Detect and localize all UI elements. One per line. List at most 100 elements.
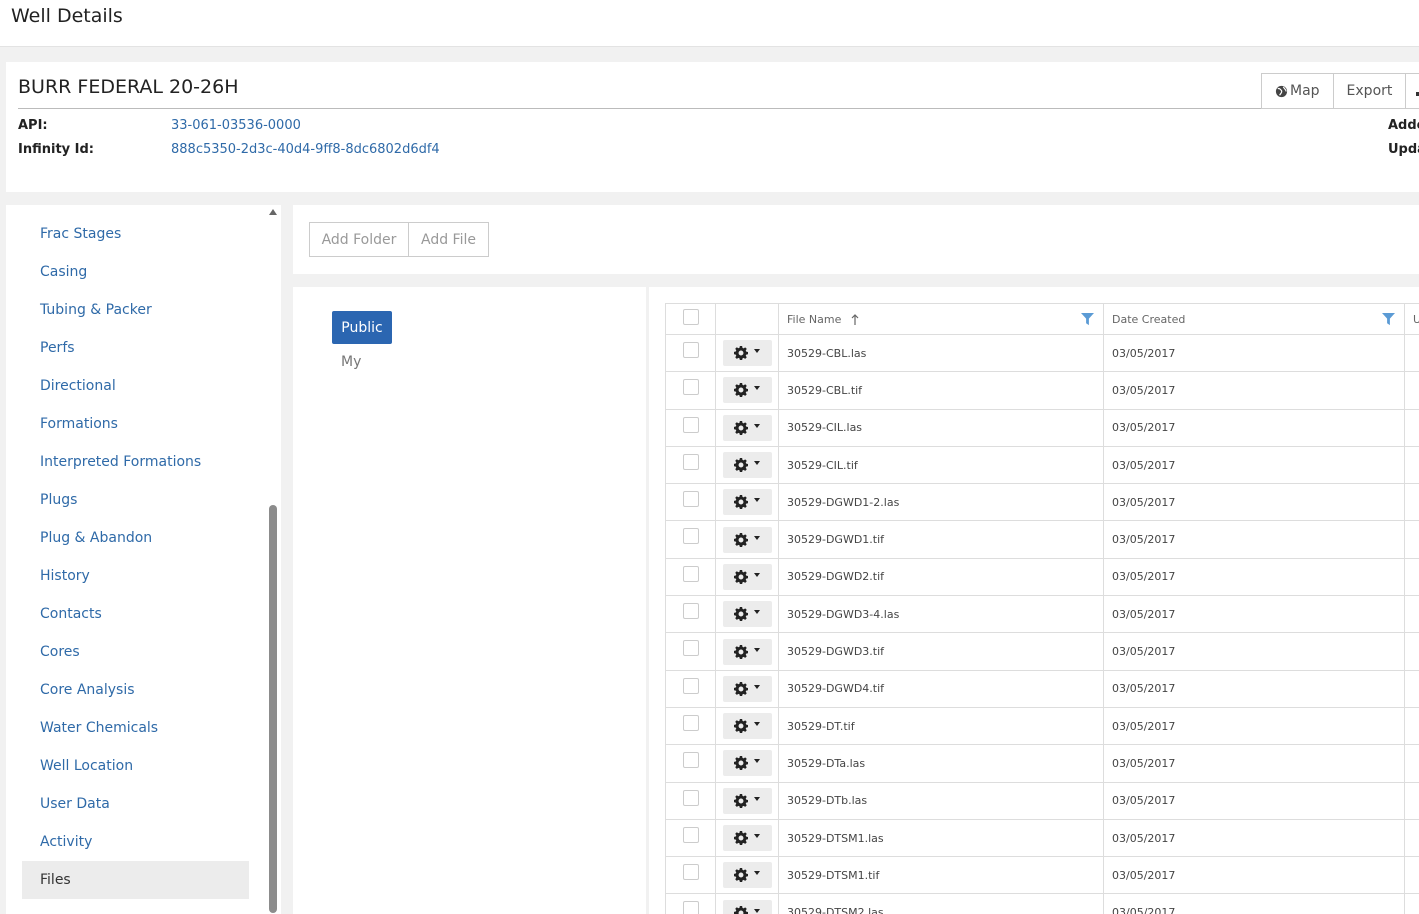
file-name-filter-icon[interactable] (1081, 313, 1094, 326)
sidebar-item-cores[interactable]: Cores (22, 633, 249, 671)
row-actions-button[interactable] (722, 862, 772, 889)
sidebar-scrollbar[interactable] (268, 207, 278, 914)
export-button[interactable]: Export (1333, 73, 1407, 109)
sidebar-item-tubing-packer[interactable]: Tubing & Packer (22, 291, 249, 329)
select-all-checkbox[interactable] (682, 309, 699, 325)
table-row[interactable]: 30529-DT.tif 03/05/2017 (666, 707, 1419, 746)
table-row[interactable]: 30529-DGWD3.tif 03/05/2017 (666, 633, 1419, 671)
row-checkbox[interactable] (682, 491, 699, 508)
row-actions-button[interactable] (722, 563, 772, 590)
row-actions-button[interactable] (722, 489, 772, 516)
sidebar-item-files[interactable]: Files (22, 861, 249, 899)
file-name-cell[interactable]: 30529-DGWD1.tif (779, 521, 1104, 558)
row-actions-button[interactable] (722, 638, 772, 665)
file-name-cell[interactable]: 30529-DGWD4.tif (779, 670, 1104, 707)
file-name-cell[interactable]: 30529-DT.tif (779, 707, 1104, 745)
table-row[interactable]: 30529-DGWD2.tif 03/05/2017 (666, 558, 1419, 597)
sidebar-item-plugs[interactable]: Plugs (22, 481, 249, 519)
row-actions-button[interactable] (722, 825, 772, 851)
row-checkbox[interactable] (682, 714, 699, 731)
file-name-cell[interactable]: 30529-CIL.las (779, 409, 1104, 446)
next-column-header[interactable]: U (1405, 304, 1419, 334)
row-checkbox[interactable] (682, 864, 699, 881)
row-checkbox[interactable] (682, 342, 699, 358)
row-actions-button[interactable] (722, 526, 772, 553)
row-checkbox[interactable] (682, 901, 699, 914)
row-checkbox[interactable] (682, 752, 699, 769)
table-row[interactable]: 30529-CBL.tif 03/05/2017 (666, 372, 1419, 410)
sidebar-item-core-analysis[interactable]: Core Analysis (22, 671, 249, 709)
table-row[interactable]: 30529-CBL.las 03/05/2017 (666, 335, 1419, 373)
scrollbar-thumb[interactable] (269, 505, 277, 913)
folder-my[interactable]: My (341, 354, 361, 370)
sidebar-item-water-chemicals[interactable]: Water Chemicals (22, 709, 249, 747)
map-button[interactable]: Map (1261, 73, 1334, 109)
table-row[interactable]: 30529-DTSM1.las 03/05/2017 (666, 819, 1419, 858)
file-name-cell[interactable]: 30529-DGWD1-2.las (779, 484, 1104, 521)
row-actions-button[interactable] (722, 601, 772, 628)
sidebar-item-well-location[interactable]: Well Location (22, 747, 249, 785)
sidebar-item-history[interactable]: History (22, 557, 249, 595)
file-name-cell[interactable]: 30529-DGWD2.tif (779, 558, 1104, 596)
sidebar-item-user-data[interactable]: User Data (22, 785, 249, 823)
row-actions-button[interactable] (722, 377, 772, 404)
row-checkbox[interactable] (682, 565, 699, 582)
table-row[interactable]: 30529-DGWD1-2.las 03/05/2017 (666, 484, 1419, 522)
sidebar-item-casing[interactable]: Casing (22, 253, 249, 291)
row-actions-button[interactable] (722, 414, 772, 441)
sidebar-item-directional[interactable]: Directional (22, 367, 249, 405)
row-actions-button[interactable] (722, 899, 772, 914)
file-name-cell[interactable]: 30529-DTSM1.tif (779, 857, 1104, 894)
scroll-up-arrow-icon[interactable] (269, 209, 277, 215)
infinity-id-value[interactable]: 888c5350-2d3c-40d4-9ff8-8dc6802d6df4 (171, 142, 440, 157)
file-name-header[interactable]: File Name (779, 304, 1104, 334)
sidebar-item-perfs[interactable]: Perfs (22, 329, 249, 367)
row-checkbox[interactable] (682, 677, 699, 694)
table-row[interactable]: 30529-DGWD4.tif 03/05/2017 (666, 670, 1419, 708)
table-row[interactable]: 30529-DTb.las 03/05/2017 (666, 782, 1419, 820)
table-row[interactable]: 30529-DGWD1.tif 03/05/2017 (666, 521, 1419, 559)
table-row[interactable]: 30529-DGWD3-4.las 03/05/2017 (666, 596, 1419, 634)
api-value[interactable]: 33-061-03536-0000 (171, 118, 301, 133)
file-name-cell[interactable]: 30529-CBL.tif (779, 372, 1104, 409)
add-file-button[interactable]: Add File (408, 222, 489, 257)
row-checkbox[interactable] (682, 453, 699, 470)
row-actions-button[interactable] (722, 340, 772, 367)
row-actions-button[interactable] (722, 787, 772, 814)
row-checkbox[interactable] (682, 603, 699, 620)
file-name-cell[interactable]: 30529-DGWD3-4.las (779, 596, 1104, 633)
table-row[interactable]: 30529-DTa.las 03/05/2017 (666, 745, 1419, 783)
row-checkbox[interactable] (682, 640, 699, 657)
row-checkbox[interactable] (682, 416, 699, 433)
date-created-filter-icon[interactable] (1382, 313, 1395, 326)
sidebar-item-plug-abandon[interactable]: Plug & Abandon (22, 519, 249, 557)
folder-public[interactable]: Public (332, 311, 392, 344)
row-actions-button[interactable] (722, 750, 772, 777)
file-name-cell[interactable]: 30529-DTSM2.las (779, 894, 1104, 914)
file-name-cell[interactable]: 30529-CIL.tif (779, 446, 1104, 484)
row-checkbox[interactable] (682, 528, 699, 545)
row-actions-button[interactable] (722, 452, 772, 479)
sidebar-item-formations[interactable]: Formations (22, 405, 249, 443)
table-row[interactable]: 30529-CIL.las 03/05/2017 (666, 409, 1419, 447)
file-name-cell[interactable]: 30529-CBL.las (779, 335, 1104, 372)
row-actions-button[interactable] (722, 675, 772, 702)
row-checkbox[interactable] (682, 826, 699, 843)
file-name-cell[interactable]: 30529-DTb.las (779, 782, 1104, 819)
row-actions-button[interactable] (722, 713, 772, 740)
row-checkbox[interactable] (682, 789, 699, 806)
table-row[interactable]: 30529-DTSM2.las 03/05/2017 (666, 894, 1419, 914)
file-name-cell[interactable]: 30529-DTa.las (779, 745, 1104, 782)
sidebar-item-interpreted-formations[interactable]: Interpreted Formations (22, 443, 249, 481)
sidebar-item-contacts[interactable]: Contacts (22, 595, 249, 633)
add-folder-button[interactable]: Add Folder (309, 222, 409, 257)
table-row[interactable]: 30529-CIL.tif 03/05/2017 (666, 446, 1419, 485)
more-actions-button[interactable] (1406, 73, 1419, 109)
date-created-header[interactable]: Date Created (1104, 304, 1405, 334)
row-checkbox[interactable] (682, 379, 699, 396)
file-name-cell[interactable]: 30529-DGWD3.tif (779, 633, 1104, 670)
table-row[interactable]: 30529-DTSM1.tif 03/05/2017 (666, 857, 1419, 895)
file-name-cell[interactable]: 30529-DTSM1.las (779, 819, 1104, 857)
sidebar-item-frac-stages[interactable]: Frac Stages (22, 215, 249, 253)
sidebar-item-activity[interactable]: Activity (22, 823, 249, 861)
